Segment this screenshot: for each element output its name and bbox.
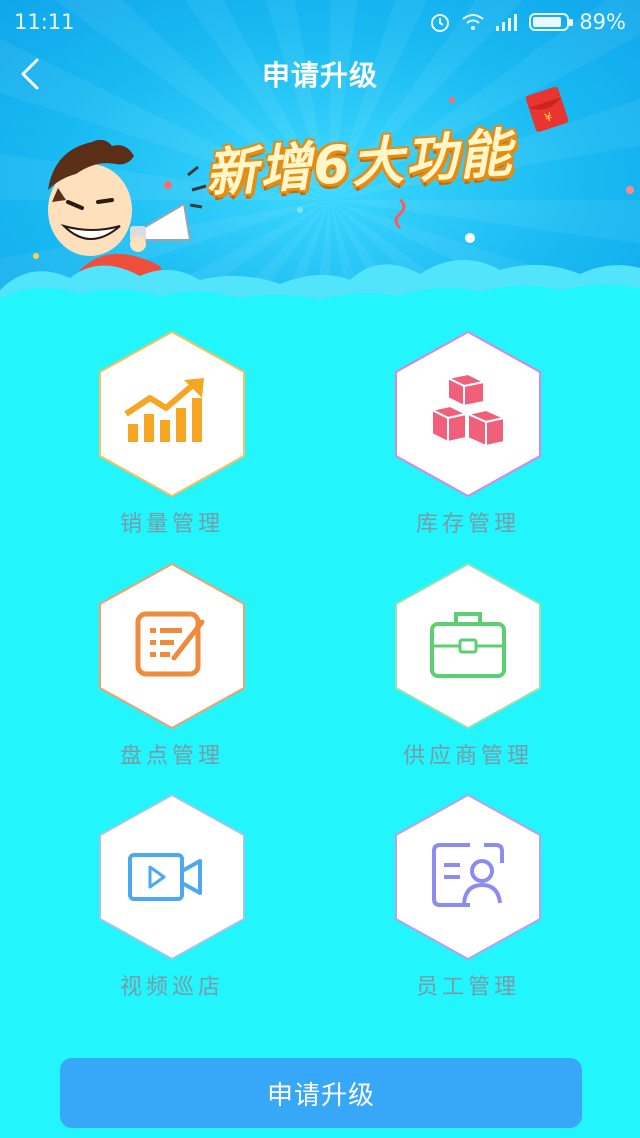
hexagon-tile (384, 330, 552, 498)
feature-label: 供应商管理 (402, 744, 533, 769)
feature-grid: 销量管理 库存管理 盘点管理 供应商管理 视频巡店 员工管理 (0, 330, 640, 1030)
back-button[interactable] (10, 52, 50, 96)
feature-supplier[interactable]: 供应商管理 (358, 562, 578, 792)
feature-label: 销量管理 (119, 512, 224, 537)
hexagon-tile (88, 793, 256, 961)
alarm-icon (431, 14, 450, 32)
trend-chart-icon (124, 378, 204, 442)
feature-staff[interactable]: 员工管理 (358, 793, 578, 1023)
edit-note-icon (135, 611, 205, 677)
feature-stocktake[interactable]: 盘点管理 (62, 562, 282, 792)
battery-percent: 89% (579, 10, 626, 34)
chevron-left-icon (21, 58, 39, 90)
feature-label: 库存管理 (415, 512, 520, 537)
hexagon-tile (88, 562, 256, 730)
status-time: 11:11 (14, 10, 75, 34)
hexagon-tile (88, 330, 256, 498)
wifi-icon (462, 14, 484, 30)
signal-icon (496, 14, 518, 31)
apply-upgrade-button[interactable]: 申请升级 (60, 1058, 582, 1128)
battery-icon (529, 13, 574, 31)
feature-sales[interactable]: 销量管理 (62, 330, 282, 560)
feature-label: 盘点管理 (119, 744, 224, 769)
cloud-edge (0, 240, 640, 300)
feature-inventory[interactable]: 库存管理 (358, 330, 578, 560)
nav-bar: 申请升级 (0, 44, 640, 104)
boxes-icon (429, 374, 508, 448)
battery-level (533, 17, 562, 27)
page-title: 申请升级 (261, 59, 378, 92)
status-bar: 11:11 89% (0, 0, 640, 44)
feature-label: 视频巡店 (119, 975, 224, 1000)
employee-card-icon (432, 843, 504, 907)
hexagon-tile (384, 793, 552, 961)
feature-label: 员工管理 (415, 975, 520, 1000)
feature-video-patrol[interactable]: 视频巡店 (62, 793, 282, 1023)
hexagon-tile (384, 562, 552, 730)
briefcase-icon (430, 612, 506, 678)
status-icons: 89% (429, 10, 626, 34)
video-camera-icon (128, 853, 202, 901)
